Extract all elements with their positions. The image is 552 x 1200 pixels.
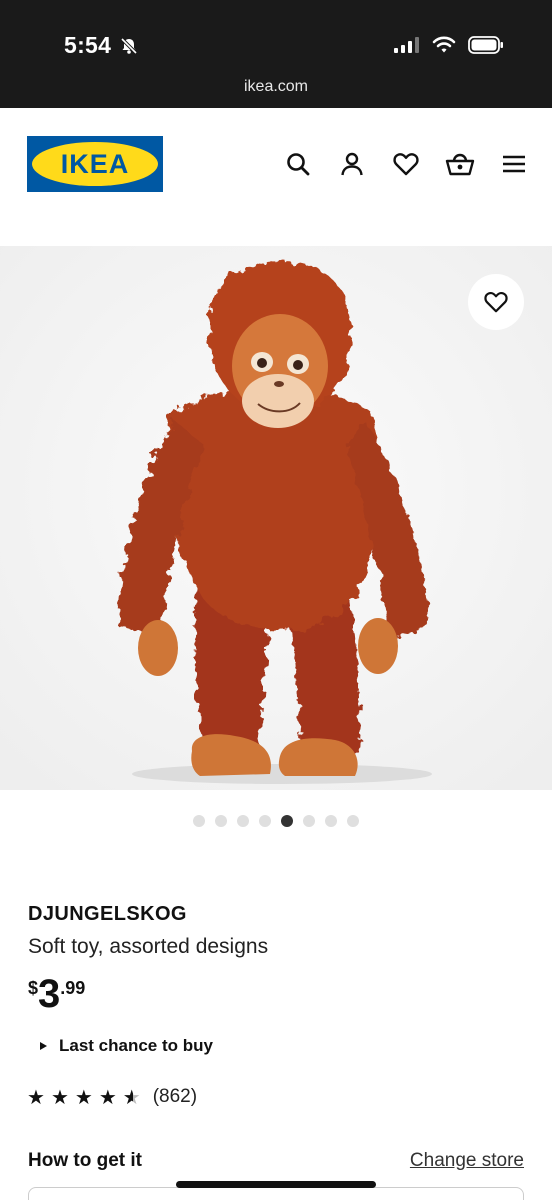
star-half-icon: ★ [122,1085,141,1109]
account-button[interactable] [334,146,370,182]
heart-icon [393,153,419,176]
menu-button[interactable] [496,146,532,182]
review-count: (862) [152,1086,198,1107]
rating-stars: ★ ★ ★ ★ ★ [27,1086,141,1108]
change-store-link[interactable]: Change store [410,1150,524,1172]
last-chance-disclosure[interactable]: Last chance to buy [40,1036,213,1056]
star-icon: ★ [27,1085,45,1109]
wifi-icon [432,36,456,53]
star-icon: ★ [98,1085,117,1109]
carousel-dot[interactable] [281,815,293,827]
carousel-dot[interactable] [347,815,359,827]
product-name[interactable]: DJUNGELSKOG [28,903,187,926]
delivery-options-card[interactable] [28,1187,524,1200]
last-chance-label: Last chance to buy [59,1036,213,1055]
ikea-logo[interactable]: IKEA [27,136,163,192]
product-price: $3.99 [28,974,85,1014]
muted-bell-icon [120,37,138,55]
star-icon: ★ [50,1085,69,1109]
shopping-bag-button[interactable] [442,146,478,182]
carousel-dot[interactable] [259,815,271,827]
heart-icon [484,291,508,313]
orangutan-soft-toy-image [0,246,552,790]
image-carousel-dots [0,815,552,827]
price-integer: 3 [38,972,61,1016]
carousel-dot[interactable] [215,815,227,827]
product-description: Soft toy, assorted designs [28,935,269,958]
battery-icon [468,36,503,54]
how-to-get-it-title: How to get it [28,1150,142,1171]
price-currency: $ [28,978,39,998]
favourites-button[interactable] [388,146,424,182]
user-icon [341,152,363,176]
add-to-favourites-button[interactable] [468,274,524,330]
basket-icon [445,153,475,176]
url-bar[interactable]: ikea.com [0,78,552,96]
status-bar: 5:54 ikea.com [0,0,552,108]
svg-text:IKEA: IKEA [61,149,130,179]
product-image[interactable] [0,246,552,790]
carousel-dot[interactable] [325,815,337,827]
clock: 5:54 [64,32,112,58]
carousel-dot[interactable] [303,815,315,827]
home-indicator [176,1181,376,1188]
site-header: IKEA [0,108,552,228]
menu-icon [503,155,525,173]
carousel-dot[interactable] [237,815,249,827]
product-rating[interactable]: ★ ★ ★ ★ ★ (862) [27,1086,197,1108]
cellular-signal-icon [394,37,419,53]
price-decimal: .99 [60,978,86,998]
search-button[interactable] [280,146,316,182]
star-icon: ★ [74,1085,93,1109]
carousel-dot[interactable] [193,815,205,827]
search-icon [287,153,310,176]
expand-triangle-icon [40,1042,47,1050]
